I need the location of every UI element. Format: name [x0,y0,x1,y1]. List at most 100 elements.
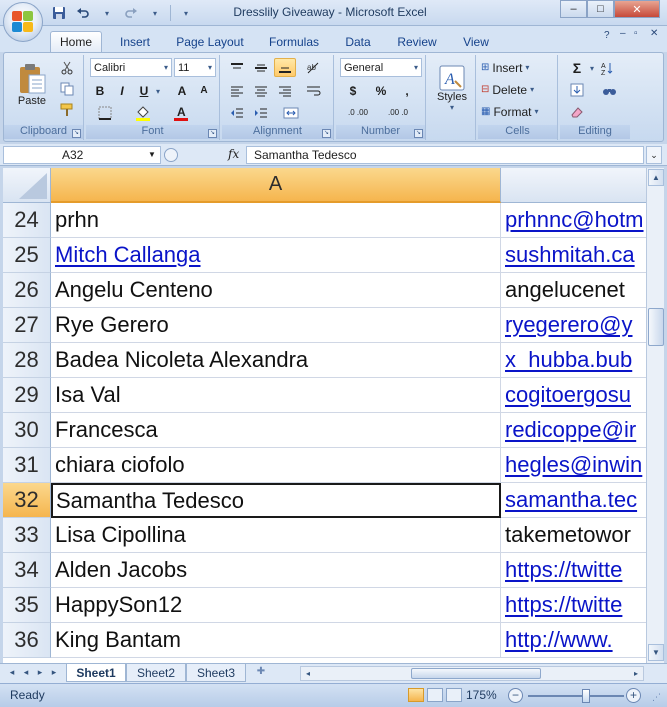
percent-button[interactable]: % [370,81,392,100]
styles-button[interactable]: A Styles ▾ [432,58,472,118]
tab-formulas[interactable]: Formulas [262,31,326,52]
clear-button[interactable] [564,102,590,121]
zoom-slider-thumb[interactable] [581,689,590,703]
email-cell[interactable]: takemetowor [501,518,646,553]
fill-button[interactable] [564,80,590,99]
formula-input[interactable]: Samantha Tedesco [246,146,644,164]
horizontal-scroll-thumb[interactable] [411,668,541,679]
number-format-select[interactable]: General ▾ [340,58,422,77]
format-cells-button[interactable]: ▦ Format ▾ [480,102,554,121]
scroll-down-icon[interactable]: ▼ [648,644,664,661]
paste-button[interactable]: Paste [10,59,54,111]
worksheet-grid[interactable]: A 24 prhn prhnnc@hotm 25 Mitch Callanga sushm… [3,168,646,663]
email-cell[interactable]: ryegerero@y [501,308,646,343]
insert-sheet-icon[interactable]: ✚ [250,666,272,680]
row-header[interactable]: 33 [3,518,51,553]
email-cell[interactable]: https://twitte [501,553,646,588]
name-cell[interactable]: Badea Nicoleta Alexandra [51,343,501,378]
increase-decimal-button[interactable]: .0 .00 [340,103,376,122]
scroll-up-icon[interactable]: ▲ [648,169,664,186]
row-header[interactable]: 29 [3,378,51,413]
format-painter-button[interactable] [56,101,78,119]
email-cell[interactable]: https://twitte [501,588,646,623]
currency-button[interactable]: $ [340,81,366,100]
font-color-button[interactable]: A [164,103,198,122]
clipboard-launcher-icon[interactable]: ↘ [72,129,81,138]
name-cell[interactable]: Isa Val [51,378,501,413]
orientation-button[interactable]: ab [300,58,328,77]
column-header-a[interactable]: A [51,168,501,203]
bold-button[interactable]: B [90,81,110,100]
close-button[interactable]: ✕ [614,0,660,18]
workbook-minimize-icon[interactable]: – [620,28,626,39]
row-header[interactable]: 27 [3,308,51,343]
row-header[interactable]: 31 [3,448,51,483]
find-select-button[interactable] [596,80,624,99]
save-icon[interactable] [50,4,68,22]
middle-align-button[interactable] [250,58,272,77]
shrink-font-button[interactable]: A [194,81,214,100]
formula-splitter-icon[interactable] [164,148,178,162]
bottom-align-button[interactable] [274,58,296,77]
zoom-level[interactable]: 175% [466,688,497,702]
sort-filter-button[interactable]: AZ [596,58,624,77]
align-left-button[interactable] [226,81,248,100]
maximize-button[interactable]: □ [587,0,614,18]
name-cell[interactable]: Francesca [51,413,501,448]
name-cell[interactable]: Rye Gerero [51,308,501,343]
zoom-out-button[interactable]: − [508,688,523,703]
vertical-scroll-thumb[interactable] [648,308,664,346]
top-align-button[interactable] [226,58,248,77]
resize-grip-icon[interactable]: ⋰ [652,692,661,703]
workbook-close-icon[interactable]: ✕ [650,28,658,39]
zoom-in-button[interactable]: + [626,688,641,703]
zoom-slider-track[interactable] [528,695,624,697]
select-all-button[interactable] [3,168,51,203]
tab-data[interactable]: Data [338,31,378,52]
active-cell[interactable]: Samantha Tedesco [51,483,501,518]
horizontal-scrollbar[interactable]: ◂ ▸ [300,666,644,681]
tab-view[interactable]: View [454,31,498,52]
scroll-right-icon[interactable]: ▸ [629,667,643,680]
name-cell[interactable]: Mitch Callanga [51,238,501,273]
email-cell[interactable]: redicoppe@ir [501,413,646,448]
row-header[interactable]: 34 [3,553,51,588]
row-header[interactable]: 25 [3,238,51,273]
font-launcher-icon[interactable]: ↘ [208,129,217,138]
redo-icon[interactable] [122,4,140,22]
sheet-tab-sheet1[interactable]: Sheet1 [66,664,126,682]
align-center-button[interactable] [250,81,272,100]
merge-center-button[interactable] [274,103,308,122]
name-cell[interactable]: Alden Jacobs [51,553,501,588]
align-right-button[interactable] [274,81,296,100]
insert-function-button[interactable]: fx [228,147,239,161]
name-cell[interactable]: prhn [51,203,501,238]
increase-indent-button[interactable] [250,103,272,122]
vertical-scrollbar[interactable]: ▲ ▼ [646,168,664,663]
tab-insert[interactable]: Insert [110,31,160,52]
email-cell[interactable]: x_hubba.bub [501,343,646,378]
email-cell[interactable]: http://www. [501,623,646,658]
decrease-decimal-button[interactable]: .00 .0 [380,103,416,122]
name-box[interactable]: A32 [3,146,161,164]
email-cell[interactable]: prhnnc@hotm [501,203,646,238]
previous-sheet-icon[interactable]: ◂ [20,667,32,680]
alignment-launcher-icon[interactable]: ↘ [322,129,331,138]
expand-formula-bar-icon[interactable]: ⌄ [646,146,662,164]
tab-review[interactable]: Review [390,31,444,52]
autosum-button[interactable]: Σ [564,58,590,77]
scroll-left-icon[interactable]: ◂ [301,667,315,680]
insert-cells-button[interactable]: ⊞ Insert ▾ [480,58,554,77]
italic-button[interactable]: I [112,81,132,100]
name-cell[interactable]: Angelu Centeno [51,273,501,308]
email-cell[interactable]: cogitoergosu [501,378,646,413]
comma-button[interactable]: , [396,81,418,100]
row-header[interactable]: 30 [3,413,51,448]
name-cell[interactable]: chiara ciofolo [51,448,501,483]
email-cell[interactable]: samantha.tec [501,483,646,518]
email-cell[interactable]: hegles@inwin [501,448,646,483]
name-box-dropdown-icon[interactable]: ▼ [148,150,156,159]
undo-dropdown-icon[interactable]: ▾ [98,4,116,22]
font-size-select[interactable]: 11 ▾ [174,58,216,77]
cut-button[interactable] [56,59,78,77]
